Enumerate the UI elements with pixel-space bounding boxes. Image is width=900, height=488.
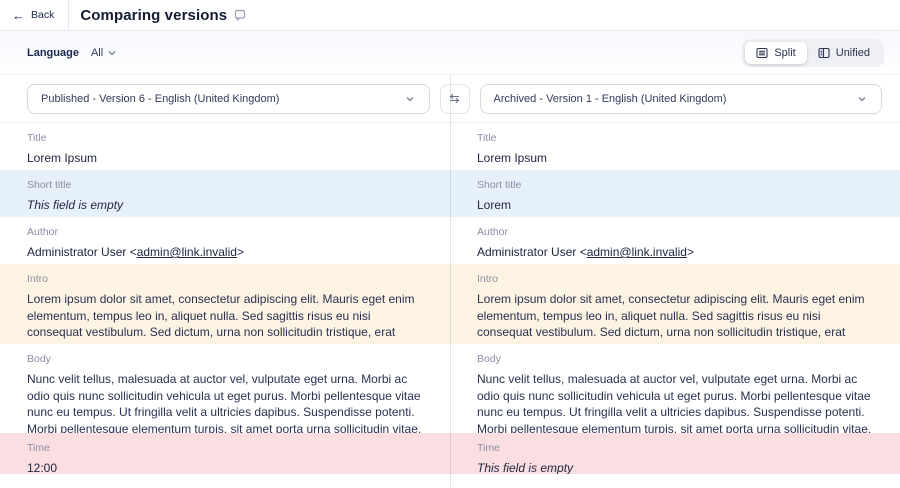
- field-label: Body: [477, 353, 873, 365]
- field-label: Author: [27, 226, 423, 238]
- compare-area: Published - Version 6 - English (United …: [0, 75, 900, 488]
- field-cell-left: Body Nunc velit tellus, malesuada at auc…: [0, 344, 450, 433]
- field-label: Time: [27, 442, 423, 454]
- top-bar: ← Back Comparing versions: [0, 0, 900, 31]
- chevron-down-icon: [856, 93, 868, 105]
- field-cell-right: Intro Lorem ipsum dolor sit amet, consec…: [450, 264, 900, 344]
- split-view-label: Split: [774, 47, 795, 59]
- field-value: Lorem ipsum dolor sit amet, consectetur …: [477, 291, 873, 344]
- field-value: Lorem: [477, 197, 873, 213]
- author-name: Administrator User <: [477, 245, 587, 259]
- unified-view-label: Unified: [836, 47, 870, 59]
- controls-bar: Language All Split: [0, 31, 900, 75]
- chevron-down-icon: [404, 93, 416, 105]
- right-version-value: Archived - Version 1 - English (United K…: [494, 93, 727, 105]
- field-label: Title: [477, 132, 873, 144]
- field-value-empty: This field is empty: [477, 460, 873, 474]
- author-email-link[interactable]: admin@link.invalid: [587, 245, 687, 259]
- field-label: Intro: [27, 273, 423, 285]
- field-label: Title: [27, 132, 423, 144]
- field-cell-left: Short title This field is empty: [0, 170, 450, 217]
- field-label: Time: [477, 442, 873, 454]
- language-dropdown[interactable]: All: [91, 47, 117, 59]
- field-cell-left: Intro Lorem ipsum dolor sit amet, consec…: [0, 264, 450, 344]
- field-value-empty: This field is empty: [27, 197, 423, 213]
- unified-view-icon: [818, 47, 830, 59]
- author-name: Administrator User <: [27, 245, 137, 259]
- author-suffix: >: [237, 245, 244, 259]
- language-value: All: [91, 47, 103, 59]
- split-view-icon: [756, 47, 768, 59]
- author-suffix: >: [687, 245, 694, 259]
- back-button[interactable]: ← Back: [0, 0, 68, 30]
- back-label: Back: [31, 9, 54, 21]
- language-filter: Language All: [27, 47, 117, 59]
- view-mode-toggle: Split Unified: [742, 39, 884, 67]
- field-cell-left: Time 12:00: [0, 433, 450, 474]
- left-version-dropdown[interactable]: Published - Version 6 - English (United …: [27, 84, 430, 114]
- field-label: Short title: [477, 179, 873, 191]
- field-cell-left: Author Administrator User <admin@link.in…: [0, 217, 450, 264]
- field-label: Body: [27, 353, 423, 365]
- field-cell-right: Time This field is empty: [450, 433, 900, 474]
- swap-versions-button[interactable]: [440, 84, 470, 114]
- chevron-down-icon: [107, 48, 117, 58]
- page-title: Comparing versions: [80, 7, 227, 24]
- field-label: Intro: [477, 273, 873, 285]
- unified-view-button[interactable]: Unified: [807, 42, 881, 64]
- right-version-dropdown[interactable]: Archived - Version 1 - English (United K…: [480, 84, 883, 114]
- field-value: Administrator User <admin@link.invalid>: [27, 244, 423, 260]
- field-cell-right: Author Administrator User <admin@link.in…: [450, 217, 900, 264]
- column-divider: [450, 75, 451, 488]
- field-label: Author: [477, 226, 873, 238]
- left-version-value: Published - Version 6 - English (United …: [41, 93, 279, 105]
- split-view-button[interactable]: Split: [745, 42, 806, 64]
- field-value: Lorem Ipsum: [27, 150, 423, 166]
- field-label: Short title: [27, 179, 423, 191]
- field-value: Lorem Ipsum: [477, 150, 873, 166]
- field-cell-right: Title Lorem Ipsum: [450, 123, 900, 170]
- field-cell-right: Body Nunc velit tellus, malesuada at auc…: [450, 344, 900, 433]
- author-email-link[interactable]: admin@link.invalid: [137, 245, 237, 259]
- field-value: Nunc velit tellus, malesuada at auctor v…: [477, 371, 873, 433]
- language-label: Language: [27, 47, 79, 59]
- field-cell-left: Title Lorem Ipsum: [0, 123, 450, 170]
- field-value: Administrator User <admin@link.invalid>: [477, 244, 873, 260]
- field-value: Nunc velit tellus, malesuada at auctor v…: [27, 371, 423, 433]
- comment-bubble-icon: [234, 9, 246, 21]
- back-arrow-icon: ←: [12, 9, 25, 22]
- field-value: 12:00: [27, 460, 423, 474]
- field-value: Lorem ipsum dolor sit amet, consectetur …: [27, 291, 423, 344]
- field-cell-right: Short title Lorem: [450, 170, 900, 217]
